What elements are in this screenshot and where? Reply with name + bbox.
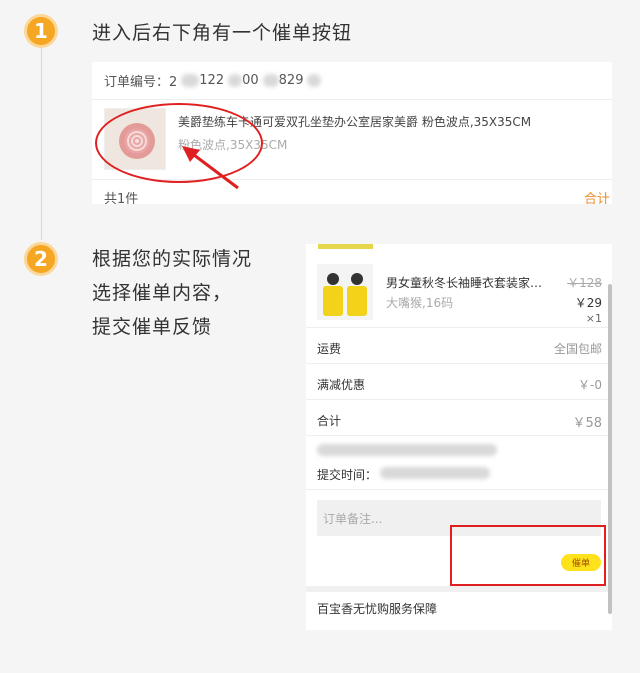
arrow-icon	[182, 146, 239, 190]
shipping-row: 运费 全国包邮	[306, 328, 612, 364]
discount-row: 满减优惠 ￥-0	[306, 364, 612, 400]
blurred-text	[181, 74, 200, 87]
original-price: ￥128	[567, 276, 602, 290]
total-label: 合计	[583, 192, 610, 204]
blurred-text	[380, 467, 490, 479]
service-guarantee[interactable]: 百宝香无忧购服务保障	[317, 600, 437, 617]
order-number-label: 订单编号：2	[104, 75, 178, 90]
step-1-title: 进入后右下角有一个催单按钮	[92, 22, 353, 44]
order-number-row: 订单编号：2 122 00 829	[92, 62, 612, 100]
step-1-badge: 1	[24, 14, 58, 48]
order-number-partial-2: 00	[242, 73, 259, 88]
order-summary-row: 共1件 合计	[92, 180, 612, 204]
product-spec: 大嘴猴,16码	[386, 296, 454, 310]
blurred-text	[307, 74, 322, 87]
blurred-text	[262, 74, 279, 87]
product-row[interactable]: 男女童秋冬长袖睡衣套装家… 大嘴猴,16码 ￥128 ￥29 ×1	[306, 252, 612, 328]
timeline-line	[41, 40, 42, 240]
highlight-rectangle	[450, 525, 606, 586]
step-2-description: 根据您的实际情况 选择催单内容， 提交催单反馈	[92, 242, 252, 344]
row-value: 全国包邮	[553, 342, 602, 356]
item-count: 共1件	[104, 192, 139, 204]
total-row: 合计 ￥58	[306, 400, 612, 436]
price: ￥29	[574, 296, 602, 310]
step-2-line: 选择催单内容，	[92, 282, 233, 304]
product-thumbnail	[317, 264, 373, 320]
submit-time-label: 提交时间：	[317, 468, 378, 482]
previous-item-sliver	[306, 244, 612, 252]
step-2-badge: 2	[24, 242, 58, 276]
order-number-partial-3: 829	[278, 73, 304, 88]
row-label: 运费	[317, 342, 342, 356]
row-label: 合计	[317, 414, 342, 428]
row-value: ￥-0	[578, 378, 602, 392]
blurred-text	[228, 74, 243, 87]
row-value: ￥58	[572, 416, 602, 431]
quantity: ×1	[585, 312, 602, 325]
section-divider	[306, 586, 612, 592]
step-2-line: 根据您的实际情况	[92, 248, 253, 270]
step-2-line: 提交催单反馈	[92, 316, 213, 338]
product-title: 男女童秋冬长袖睡衣套装家…	[386, 276, 543, 290]
scrollbar[interactable]	[608, 284, 612, 614]
order-info-block: 提交时间：	[306, 436, 612, 490]
row-label: 满减优惠	[317, 378, 366, 392]
blurred-text	[317, 444, 497, 456]
order-number-partial: 122	[199, 73, 225, 88]
